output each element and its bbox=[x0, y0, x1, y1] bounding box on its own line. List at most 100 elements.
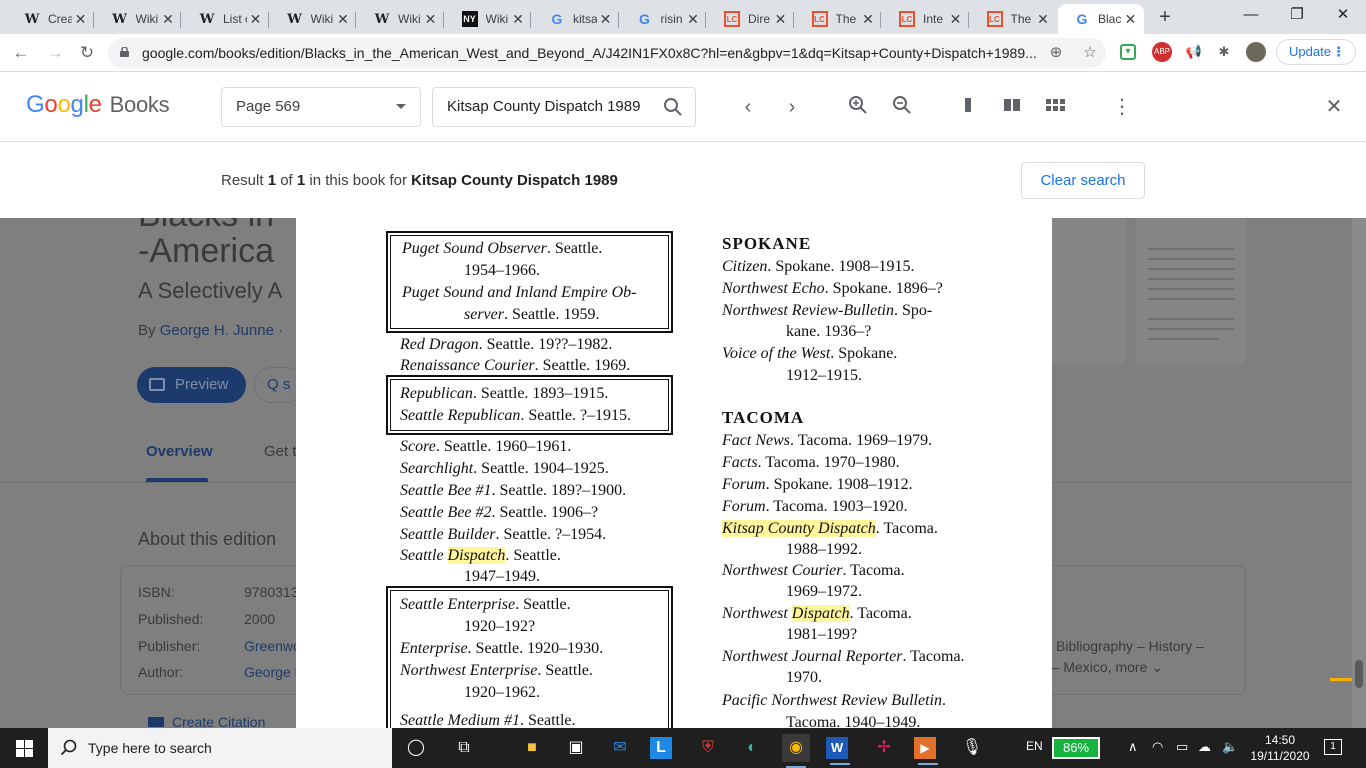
page-thumbnail[interactable] bbox=[1052, 218, 1126, 364]
security-shield-icon[interactable]: ⛨ bbox=[694, 734, 722, 762]
page-thumbnail[interactable] bbox=[1136, 218, 1246, 364]
grid-view-icon[interactable] bbox=[1044, 95, 1068, 119]
browser-tab[interactable]: NY Wiki ✕ bbox=[446, 4, 531, 34]
tab-overview[interactable]: Overview bbox=[146, 443, 213, 460]
cortana-icon[interactable]: ◯ bbox=[402, 734, 430, 762]
battery-indicator[interactable]: 86% bbox=[1052, 737, 1100, 759]
app-l-icon[interactable]: L bbox=[650, 737, 672, 759]
tab-get-book[interactable]: Get t bbox=[264, 443, 297, 460]
notifications-icon[interactable]: 1 bbox=[1324, 739, 1342, 755]
close-tab-icon[interactable]: ✕ bbox=[684, 11, 702, 28]
book-entry-line: Tacoma. 1940–1949. bbox=[786, 714, 921, 728]
close-tab-icon[interactable]: ✕ bbox=[772, 11, 790, 28]
language-indicator[interactable]: EN bbox=[1026, 739, 1043, 753]
close-tab-icon[interactable]: ✕ bbox=[947, 11, 965, 28]
close-tab-icon[interactable]: ✕ bbox=[334, 11, 352, 28]
two-page-view-icon[interactable] bbox=[1000, 95, 1024, 119]
edge-icon[interactable]: ◐ bbox=[738, 734, 766, 762]
close-tab-icon[interactable]: ✕ bbox=[72, 11, 90, 28]
preview-button[interactable]: Preview bbox=[137, 367, 246, 403]
forward-button[interactable]: → bbox=[42, 40, 68, 66]
minimize-button[interactable]: — bbox=[1228, 0, 1274, 30]
extensions-puzzle-icon[interactable]: ✱ bbox=[1214, 42, 1234, 62]
new-tab-button[interactable]: + bbox=[1153, 5, 1177, 29]
browser-tab[interactable]: W Crea ✕ bbox=[8, 4, 94, 34]
microphone-icon[interactable]: 🎙 bbox=[958, 734, 986, 762]
page-scrollbar[interactable] bbox=[1352, 218, 1366, 728]
browser-tab[interactable]: W Wiki ✕ bbox=[358, 4, 444, 34]
close-tab-icon[interactable]: ✕ bbox=[509, 11, 527, 28]
browser-tab[interactable]: LC Dire ✕ bbox=[708, 4, 794, 34]
back-button[interactable]: ← bbox=[8, 40, 34, 66]
browser-tab[interactable]: W Wiki ✕ bbox=[96, 4, 181, 34]
megaphone-icon[interactable]: 📢 bbox=[1184, 42, 1204, 62]
search-match-highlight[interactable]: Kitsap County Dispatch bbox=[722, 520, 876, 537]
isbn-label: ISBN: bbox=[138, 584, 175, 600]
mail-icon[interactable]: ✉ bbox=[606, 734, 634, 762]
zoom-out-icon[interactable] bbox=[890, 95, 914, 119]
browser-tab[interactable]: W Wiki ✕ bbox=[271, 4, 356, 34]
clock[interactable]: 14:50 19/11/2020 bbox=[1248, 732, 1312, 764]
reload-button[interactable]: ↻ bbox=[74, 40, 100, 66]
previous-result-button[interactable]: ‹ bbox=[736, 95, 760, 119]
close-tab-icon[interactable]: ✕ bbox=[422, 11, 440, 28]
close-window-button[interactable]: ✕ bbox=[1320, 0, 1366, 30]
start-button[interactable] bbox=[0, 728, 48, 768]
update-button[interactable]: Update ⋮ bbox=[1276, 39, 1356, 65]
page-selector[interactable]: Page 569 bbox=[221, 87, 421, 127]
search-match-highlight[interactable]: Dispatch bbox=[447, 547, 506, 564]
store-icon[interactable]: ▣ bbox=[562, 734, 590, 762]
onedrive-icon[interactable]: ☁ bbox=[1198, 739, 1211, 755]
browser-tab[interactable]: LC Inte ✕ bbox=[883, 4, 969, 34]
close-tab-icon[interactable]: ✕ bbox=[159, 11, 177, 28]
close-tab-icon[interactable]: ✕ bbox=[859, 11, 877, 28]
media-player-icon[interactable]: ▶ bbox=[914, 737, 938, 765]
address-bar[interactable]: google.com/books/edition/Blacks_in_the_A… bbox=[108, 38, 1106, 68]
word-icon[interactable]: W bbox=[826, 737, 850, 765]
adblock-icon[interactable]: ABP bbox=[1152, 42, 1172, 62]
close-tab-icon[interactable]: ✕ bbox=[247, 11, 265, 28]
zoom-in-icon[interactable] bbox=[846, 95, 870, 119]
search-match-highlight[interactable]: Dispatch bbox=[791, 605, 850, 622]
create-citation-button[interactable]: Create Citation bbox=[148, 714, 265, 728]
battery-icon[interactable]: ▭ bbox=[1176, 739, 1188, 755]
search-in-book-input[interactable]: Kitsap County Dispatch 1989 bbox=[432, 87, 696, 127]
browser-tab[interactable]: LC The ✕ bbox=[796, 4, 881, 34]
next-result-button[interactable]: › bbox=[780, 95, 804, 119]
book-page-scan[interactable]: SPOKANE TACOMA Puget Sound Observer. Sea… bbox=[296, 218, 1052, 728]
subjects-more-link[interactable]: n – Mexico, more ⌄ bbox=[1040, 659, 1163, 676]
more-options-icon[interactable]: ⋮ bbox=[1110, 95, 1134, 119]
book-entry-line: Northwest Journal Reporter. Tacoma. bbox=[722, 648, 965, 665]
extension-icon[interactable]: ▾ bbox=[1120, 44, 1136, 60]
tab-title: Wiki bbox=[135, 12, 159, 26]
close-tab-icon[interactable]: ✕ bbox=[1034, 11, 1052, 28]
publisher-link[interactable]: Greenwo bbox=[244, 638, 301, 654]
browser-tab[interactable]: Grisin ✕ bbox=[621, 4, 706, 34]
browser-tab[interactable]: W List o✕ bbox=[183, 4, 269, 34]
single-page-view-icon[interactable] bbox=[956, 95, 980, 119]
browser-tab[interactable]: LC The ✕ bbox=[971, 4, 1057, 34]
google-books-logo[interactable]: Google Books bbox=[26, 91, 170, 119]
bookmark-star-icon[interactable]: ☆ bbox=[1080, 43, 1100, 63]
slack-icon[interactable]: ✢ bbox=[870, 734, 898, 762]
show-hidden-icons[interactable]: ∧ bbox=[1128, 739, 1138, 755]
browser-tab[interactable]: Gkitsa ✕ bbox=[533, 4, 619, 34]
profile-avatar[interactable] bbox=[1246, 42, 1266, 62]
wifi-icon[interactable]: ◠ bbox=[1152, 739, 1163, 755]
task-view-icon[interactable]: ⧉ bbox=[450, 734, 478, 762]
close-tab-icon[interactable]: ✕ bbox=[597, 11, 615, 28]
search-icon[interactable] bbox=[663, 97, 683, 117]
maximize-button[interactable]: ❐ bbox=[1274, 0, 1320, 30]
file-explorer-icon[interactable]: ■ bbox=[518, 734, 546, 762]
chrome-icon[interactable]: ◉ bbox=[782, 734, 810, 768]
clear-search-button[interactable]: Clear search bbox=[1021, 162, 1145, 199]
zoom-icon[interactable]: ⊕ bbox=[1046, 43, 1066, 63]
volume-icon[interactable]: 🔈 bbox=[1222, 739, 1238, 755]
scrollbar-thumb[interactable] bbox=[1355, 660, 1363, 688]
author-link[interactable]: George H. Junne bbox=[160, 322, 274, 339]
close-tab-icon[interactable]: ✕ bbox=[1122, 11, 1140, 28]
close-viewer-icon[interactable]: ✕ bbox=[1322, 95, 1346, 119]
taskbar-search-box[interactable]: Type here to search bbox=[48, 728, 392, 768]
tab-title: The bbox=[1010, 12, 1032, 26]
browser-tab[interactable]: G Blac ✕ bbox=[1058, 4, 1144, 34]
